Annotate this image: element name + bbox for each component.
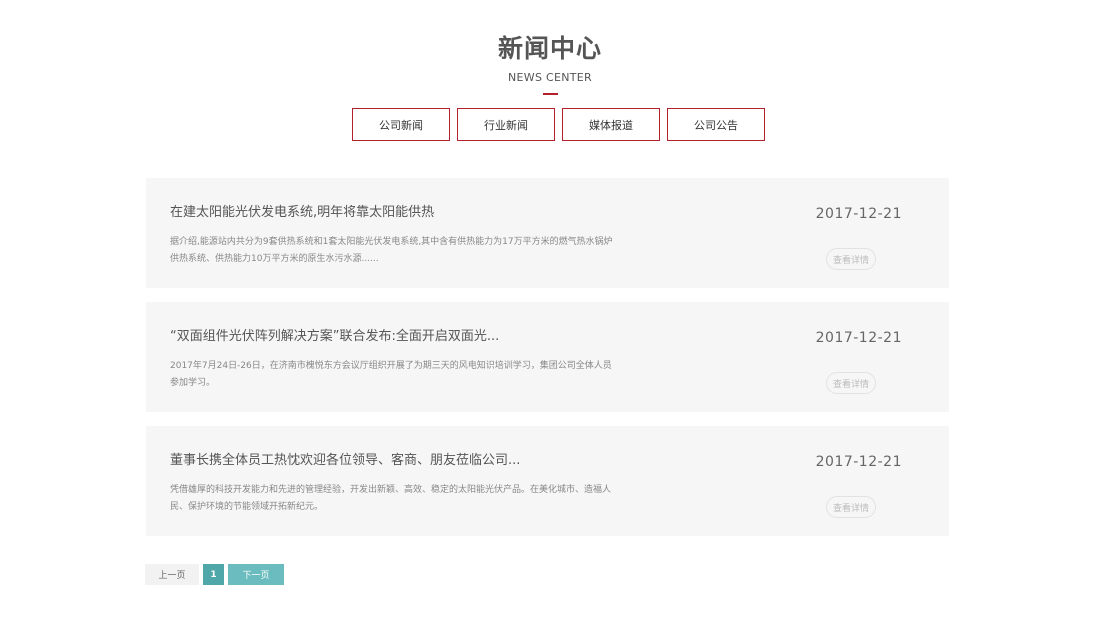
pagination: 上一页 1 下一页	[145, 564, 284, 585]
view-details-button[interactable]: 查看详情	[826, 248, 876, 270]
news-item: 董事长携全体员工热忱欢迎各位领导、客商、朋友莅临公司... 凭借雄厚的科技开发能…	[146, 426, 949, 536]
news-title[interactable]: 在建太阳能光伏发电系统,明年将靠太阳能供热	[170, 204, 434, 222]
news-summary: 2017年7月24日-26日，在济南市槐悦东方会议厅组织开展了为期三天的风电知识…	[170, 361, 612, 388]
page-subtitle: NEWS CENTER	[507, 71, 592, 84]
category-tabs: 公司新闻 行业新闻 媒体报道 公司公告	[352, 108, 765, 141]
view-details-button[interactable]: 查看详情	[826, 496, 876, 518]
news-title[interactable]: “双面组件光伏阵列解决方案”联合发布:全面开启双面光...	[170, 328, 499, 346]
news-title[interactable]: 董事长携全体员工热忱欢迎各位领导、客商、朋友莅临公司...	[170, 452, 520, 470]
tab-industry-news[interactable]: 行业新闻	[457, 108, 555, 141]
tab-company-news[interactable]: 公司新闻	[352, 108, 450, 141]
prev-page-button[interactable]: 上一页	[145, 564, 199, 585]
news-list: 在建太阳能光伏发电系统,明年将靠太阳能供热 据介绍,能源站内共分为9套供热系统和…	[146, 178, 949, 550]
page-title: 新闻中心	[497, 34, 602, 63]
news-item: 在建太阳能光伏发电系统,明年将靠太阳能供热 据介绍,能源站内共分为9套供热系统和…	[146, 178, 949, 288]
news-summary: 据介绍,能源站内共分为9套供热系统和1套太阳能光伏发电系统,其中含有供热能力为1…	[170, 237, 613, 264]
section-header: 新闻中心 NEWS CENTER	[0, 32, 1100, 95]
news-center-page: 新闻中心 NEWS CENTER 公司新闻 行业新闻 媒体报道 公司公告 在建太…	[0, 0, 1100, 618]
next-page-button[interactable]: 下一页	[228, 564, 284, 585]
tab-media-reports[interactable]: 媒体报道	[562, 108, 660, 141]
news-summary: 凭借雄厚的科技开发能力和先进的管理经验，开发出新颖、高效、稳定的太阳能光伏产品。…	[170, 485, 612, 512]
title-underline	[542, 93, 558, 95]
news-item: “双面组件光伏阵列解决方案”联合发布:全面开启双面光... 2017年7月24日…	[146, 302, 949, 412]
view-details-button[interactable]: 查看详情	[826, 372, 876, 394]
page-number-current[interactable]: 1	[203, 564, 224, 585]
news-date: 2017-12-21	[815, 330, 902, 346]
news-date: 2017-12-21	[815, 206, 902, 222]
tab-company-announcements[interactable]: 公司公告	[667, 108, 765, 141]
news-date: 2017-12-21	[815, 454, 902, 470]
